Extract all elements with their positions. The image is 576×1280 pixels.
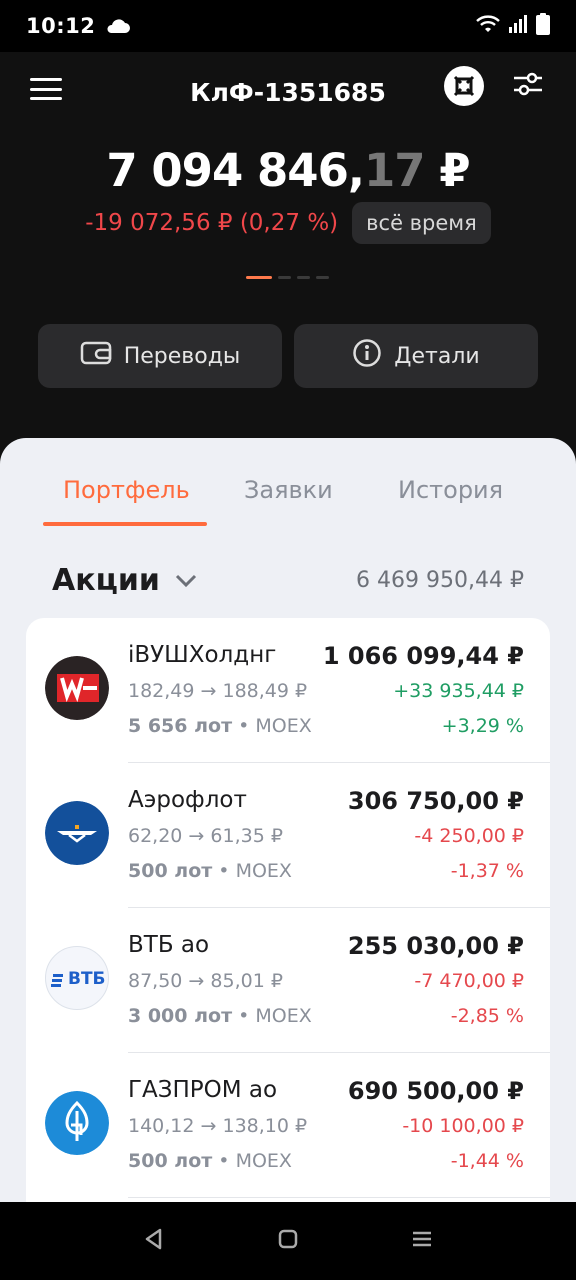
holding-change: -4 250,00 ₽: [414, 825, 524, 847]
holding-lots: 3 000 лот • MOEX: [128, 1005, 312, 1027]
page-indicator: [246, 276, 329, 279]
wallet-icon: [80, 339, 112, 373]
list-item[interactable]: ГАЗПРОМ ао 140,12 → 138,10 ₽ 500 лот • M…: [26, 1053, 550, 1198]
holding-percent: +3,29 %: [441, 715, 524, 737]
signal-icon: [508, 15, 528, 37]
holding-name: ГАЗПРОМ ао: [128, 1077, 278, 1103]
account-header: КлФ-1351685 7 094 846,17 ₽ -19 072,56 ₽ …: [0, 52, 576, 442]
filter-settings-icon[interactable]: [512, 70, 552, 104]
aeroflot-logo-icon: [45, 801, 109, 865]
portfolio-sheet: Портфель Заявки История Акции 6 469 950,…: [0, 438, 576, 1202]
holding-prices: 140,12 → 138,10 ₽: [128, 1115, 308, 1137]
holding-change: -10 100,00 ₽: [402, 1115, 524, 1137]
chevron-down-icon[interactable]: [174, 572, 198, 588]
info-icon: [352, 338, 382, 374]
section-header: Акции 6 469 950,44 ₽: [52, 560, 524, 600]
holding-name: iВУШХолднг: [128, 642, 277, 668]
cloud-icon: [105, 18, 131, 34]
holding-value: 306 750,00 ₽: [347, 787, 524, 815]
page-dot: [246, 276, 272, 279]
status-bar: 10:12: [0, 0, 576, 52]
system-nav-bar: [0, 1202, 576, 1280]
active-tab-indicator: [43, 522, 207, 526]
page-dot: [278, 276, 291, 279]
battery-icon: [536, 13, 550, 39]
recents-icon[interactable]: [410, 1227, 434, 1255]
transfers-button[interactable]: Переводы: [38, 324, 282, 388]
list-item[interactable]: Аэрофлот 62,20 → 61,35 ₽ 500 лот • MOEX …: [26, 763, 550, 908]
account-title[interactable]: КлФ-1351685: [0, 78, 576, 107]
holding-lots: 5 656 лот • MOEX: [128, 715, 312, 737]
holding-lots: 500 лот • MOEX: [128, 1150, 292, 1172]
tab-orders[interactable]: Заявки: [244, 476, 333, 504]
holding-lots: 500 лот • MOEX: [128, 860, 292, 882]
tab-portfolio[interactable]: Портфель: [63, 476, 190, 504]
tab-bar: Портфель Заявки История: [0, 476, 576, 528]
holding-prices: 87,50 → 85,01 ₽: [128, 970, 283, 992]
list-item[interactable]: ВТБ ВТБ ао 87,50 → 85,01 ₽ 3 000 лот • M…: [26, 908, 550, 1053]
whoosh-logo-icon: [45, 656, 109, 720]
holding-percent: -1,44 %: [450, 1150, 524, 1172]
holding-value: 690 500,00 ₽: [347, 1077, 524, 1105]
holding-value: 255 030,00 ₽: [347, 932, 524, 960]
status-time: 10:12: [26, 14, 96, 38]
section-title[interactable]: Акции: [52, 563, 160, 598]
holding-change: -7 470,00 ₽: [414, 970, 524, 992]
holdings-list: iВУШХолднг 182,49 → 188,49 ₽ 5 656 лот •…: [26, 618, 550, 1202]
holding-name: ВТБ ао: [128, 932, 210, 958]
back-icon[interactable]: [142, 1227, 166, 1255]
period-selector[interactable]: всё время: [352, 202, 491, 244]
holding-prices: 182,49 → 188,49 ₽: [128, 680, 308, 702]
list-item[interactable]: iВУШХолднг 182,49 → 188,49 ₽ 5 656 лот •…: [26, 618, 550, 763]
gazprom-logo-icon: [45, 1091, 109, 1155]
vtb-logo-text: ВТБ: [68, 969, 106, 989]
balance-change: -19 072,56 ₽ (0,27 %): [85, 210, 339, 236]
vtb-logo-icon: ВТБ: [45, 946, 109, 1010]
holding-percent: -2,85 %: [450, 1005, 524, 1027]
page-dot: [297, 276, 310, 279]
holding-value: 1 066 099,44 ₽: [322, 642, 524, 670]
holding-percent: -1,37 %: [450, 860, 524, 882]
tab-history[interactable]: История: [398, 476, 503, 504]
home-icon[interactable]: [276, 1227, 300, 1255]
section-total: 6 469 950,44 ₽: [356, 567, 524, 593]
total-balance: 7 094 846,17 ₽: [106, 144, 470, 197]
wifi-icon: [476, 14, 500, 38]
page-dot: [316, 276, 329, 279]
holding-change: +33 935,44 ₽: [393, 680, 524, 702]
brand-logo-icon[interactable]: [444, 66, 484, 106]
holding-prices: 62,20 → 61,35 ₽: [128, 825, 283, 847]
holding-name: Аэрофлот: [128, 787, 247, 813]
details-button[interactable]: Детали: [294, 324, 538, 388]
